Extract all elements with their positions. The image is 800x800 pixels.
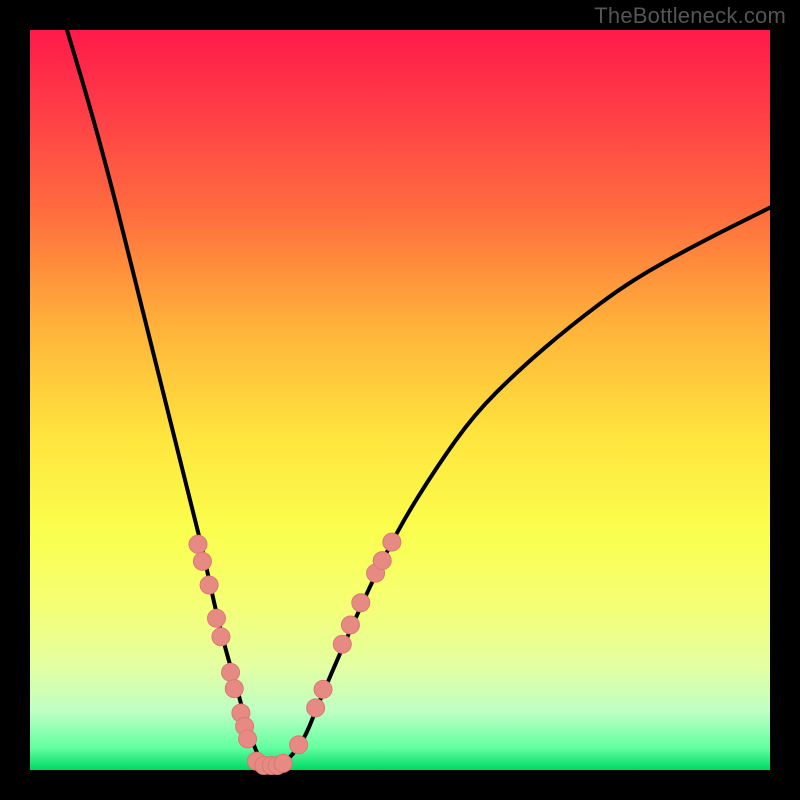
marker-dot <box>239 730 257 748</box>
marker-dot <box>225 680 243 698</box>
marker-dot <box>222 663 240 681</box>
marker-dot <box>290 736 308 754</box>
chart-frame: TheBottleneck.com <box>0 0 800 800</box>
chart-overlay <box>0 0 800 800</box>
marker-dot <box>341 616 359 634</box>
marker-dot <box>212 628 230 646</box>
marker-dot <box>189 535 207 553</box>
marker-dot <box>200 576 218 594</box>
bottleneck-curve <box>67 30 770 766</box>
marker-dot <box>307 699 325 717</box>
marker-dots <box>189 533 401 774</box>
marker-dot <box>207 609 225 627</box>
marker-dot <box>314 680 332 698</box>
marker-dot <box>274 754 292 772</box>
marker-dot <box>333 635 351 653</box>
marker-dot <box>352 594 370 612</box>
marker-dot <box>193 552 211 570</box>
marker-dot <box>373 552 391 570</box>
marker-dot <box>383 533 401 551</box>
